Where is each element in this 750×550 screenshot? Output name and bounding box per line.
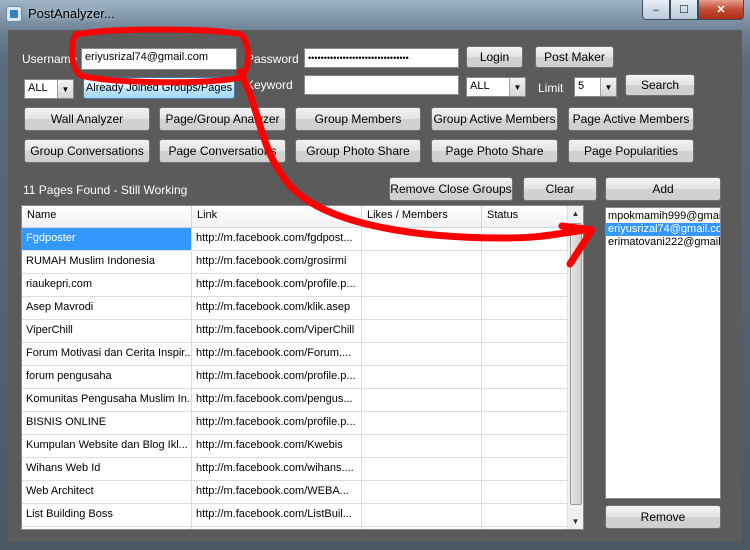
annotation-arrow-line	[236, 68, 589, 242]
annotation-overlay	[69, 26, 596, 268]
annotation-circle	[69, 26, 251, 86]
app-window: PostAnalyzer... – ☐ ✕ Username eriyusriz…	[0, 0, 750, 550]
